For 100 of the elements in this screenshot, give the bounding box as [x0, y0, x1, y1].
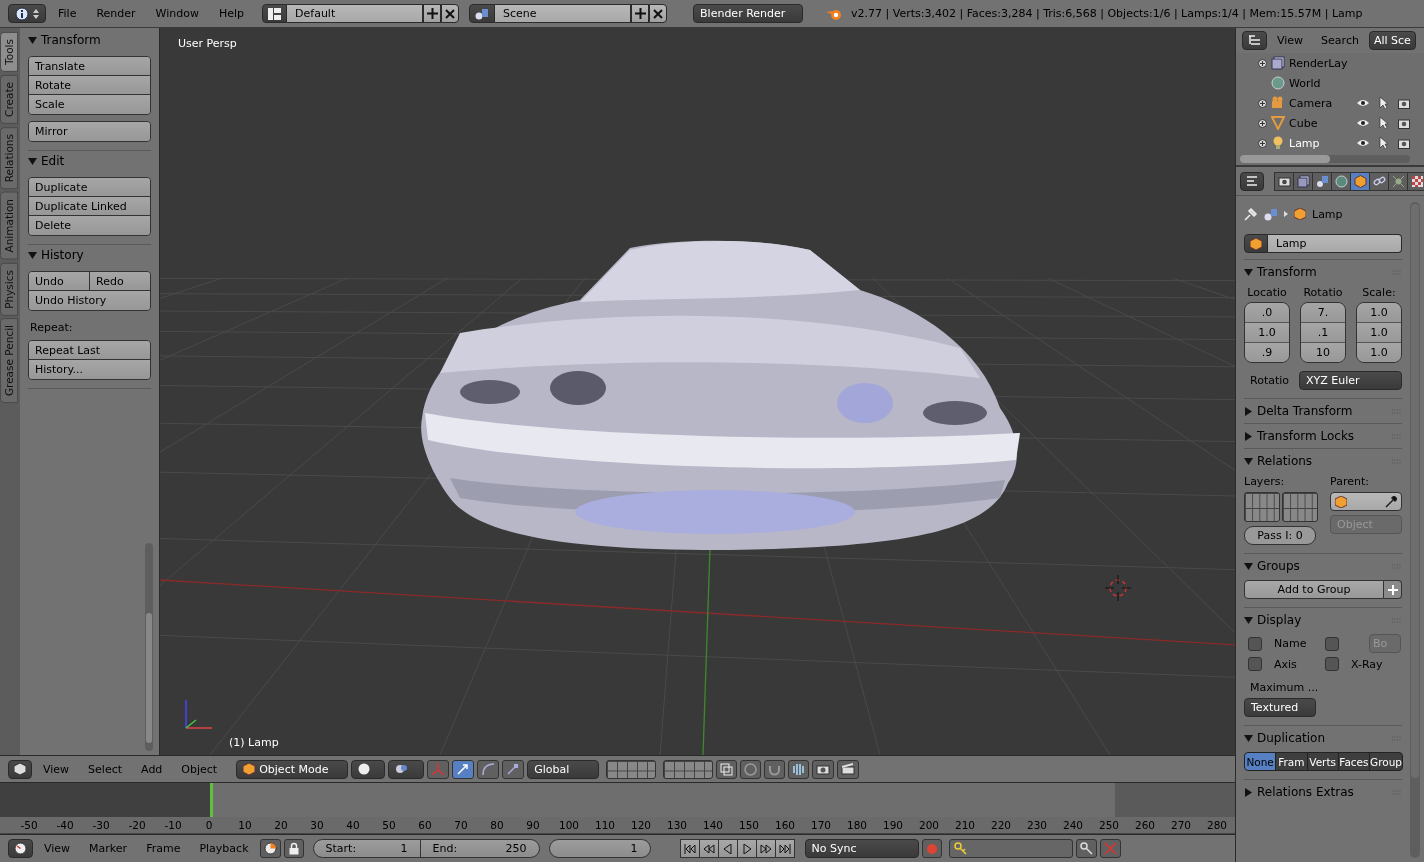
disclosure-triangle-icon[interactable]	[1244, 267, 1253, 277]
outliner-item[interactable]: World	[1289, 76, 1347, 90]
menu-item[interactable]: Marker	[81, 838, 136, 859]
disclosure-triangle-icon[interactable]	[1244, 615, 1253, 625]
disclosure-triangle-icon[interactable]	[1244, 431, 1253, 441]
tool-button[interactable]: Delete	[29, 216, 150, 235]
tool-tab[interactable]: Physics	[0, 262, 18, 316]
number-field[interactable]: .0	[1245, 303, 1289, 323]
lock-toggle[interactable]	[716, 759, 738, 779]
scale-toggle[interactable]	[502, 759, 525, 779]
add-button[interactable]	[1384, 580, 1402, 599]
camera-icon[interactable]	[1398, 117, 1410, 129]
number-field[interactable]: 1.0	[1245, 323, 1289, 343]
shading-dropdown[interactable]	[351, 759, 386, 779]
checkbox[interactable]	[1325, 636, 1339, 651]
tool-button[interactable]: Mirror	[29, 122, 150, 141]
display-mode-dropdown[interactable]: All Sce	[1368, 31, 1416, 50]
object-selector-button[interactable]	[1244, 234, 1268, 253]
layer-grid-button[interactable]	[606, 759, 657, 779]
snap-element-dropdown[interactable]	[788, 759, 810, 779]
mode-dropdown[interactable]: Object Mode	[236, 759, 349, 779]
editor-type-button[interactable]	[8, 839, 33, 858]
number-field[interactable]: .9	[1245, 343, 1289, 362]
menu-item[interactable]: Frame	[138, 838, 189, 859]
disclosure-triangle-icon[interactable]	[28, 250, 37, 260]
sync-dropdown[interactable]: No Sync	[804, 839, 919, 858]
tool-button[interactable]: Duplicate	[29, 178, 150, 197]
duplication-option[interactable]: None	[1244, 752, 1277, 771]
disclosure-triangle-icon[interactable]	[1244, 787, 1253, 797]
tool-button[interactable]: Rotate	[29, 76, 150, 95]
disclosure-triangle-icon[interactable]	[28, 156, 37, 166]
tool-button[interactable]: Undo	[29, 272, 90, 291]
render-engine-dropdown[interactable]: Blender Render	[693, 4, 804, 23]
pass-index-field[interactable]: Pass I: 0	[1244, 526, 1316, 545]
menu-item[interactable]: Object	[173, 759, 226, 779]
context-tab[interactable]	[1331, 171, 1351, 191]
scene-selector-button[interactable]	[469, 4, 496, 23]
context-tab[interactable]	[1350, 171, 1370, 191]
context-tab[interactable]	[1293, 171, 1313, 191]
rotate-toggle[interactable]	[477, 759, 500, 779]
tool-button[interactable]: Undo History	[29, 291, 150, 310]
duplication-option[interactable]: Fram	[1275, 752, 1308, 771]
parent-field[interactable]	[1330, 492, 1402, 511]
context-tab[interactable]	[1274, 171, 1294, 191]
expand-icon[interactable]	[1258, 98, 1267, 108]
tool-tab[interactable]: Relations	[0, 126, 18, 189]
outliner-item[interactable]: Camera	[1289, 96, 1347, 110]
menu-item[interactable]: Select	[80, 759, 131, 779]
outliner-item[interactable]: RenderLay	[1289, 56, 1348, 70]
number-field[interactable]: 7.	[1301, 303, 1345, 323]
context-tab[interactable]	[1369, 171, 1389, 191]
editor-type-button[interactable]	[1240, 171, 1264, 191]
editor-type-button[interactable]	[8, 759, 32, 779]
cursor-arrow-icon[interactable]	[1379, 97, 1388, 109]
number-field[interactable]: 1.0	[1357, 343, 1401, 362]
proportional-edit-toggle[interactable]	[740, 759, 762, 779]
expand-icon[interactable]	[1258, 118, 1267, 128]
duplication-option[interactable]: Group	[1369, 752, 1404, 771]
menu-item[interactable]: Add	[133, 759, 171, 779]
number-field[interactable]: .1	[1301, 323, 1345, 343]
playhead-marker[interactable]	[210, 783, 213, 817]
translate-toggle[interactable]	[452, 759, 475, 779]
lock-toggle[interactable]	[283, 839, 304, 858]
menu-item[interactable]: Playback	[191, 838, 257, 859]
render-button[interactable]	[812, 759, 835, 779]
preview-range-toggle[interactable]	[259, 839, 281, 858]
menu-item[interactable]: Render	[88, 3, 144, 24]
start-frame-field[interactable]: Start: 1	[312, 839, 421, 858]
scene-name-field[interactable]: Scene	[495, 4, 632, 23]
tool-tab[interactable]: Create	[0, 74, 18, 124]
expand-icon[interactable]	[1258, 58, 1267, 68]
outliner-item[interactable]: Cube	[1289, 116, 1347, 130]
camera-icon[interactable]	[1398, 137, 1410, 149]
add-button[interactable]	[631, 4, 650, 23]
menu-item[interactable]: Search	[1313, 30, 1367, 51]
layout-selector-button[interactable]	[262, 4, 288, 23]
disclosure-triangle-icon[interactable]	[1244, 406, 1253, 416]
keying-set-field[interactable]	[948, 839, 1073, 858]
menu-item[interactable]: View	[1269, 30, 1312, 51]
menu-item[interactable]: File	[50, 3, 85, 24]
tool-button[interactable]: Translate	[29, 57, 150, 76]
editor-type-button[interactable]	[8, 4, 46, 23]
tool-tab[interactable]: Animation	[0, 192, 18, 260]
pin-icon[interactable]	[1244, 207, 1258, 221]
disclosure-triangle-icon[interactable]	[28, 35, 37, 45]
menu-item[interactable]: View	[35, 759, 78, 779]
close-button[interactable]	[649, 4, 668, 23]
checkbox[interactable]	[1325, 657, 1339, 671]
disclosure-triangle-icon[interactable]	[1244, 456, 1253, 466]
expand-icon[interactable]	[1258, 138, 1267, 148]
eye-icon[interactable]	[1357, 99, 1369, 107]
scrollbar[interactable]	[1240, 155, 1330, 163]
layer-grid-button[interactable]	[1282, 492, 1318, 522]
add-button[interactable]	[423, 4, 442, 23]
duplication-option[interactable]: Verts	[1306, 752, 1339, 771]
current-frame-field[interactable]: 1	[548, 839, 651, 858]
menu-item[interactable]: View	[36, 838, 79, 859]
checkbox[interactable]	[1248, 636, 1262, 651]
tool-tab[interactable]: Grease Pencil	[0, 318, 18, 404]
context-tab[interactable]	[1312, 171, 1332, 191]
